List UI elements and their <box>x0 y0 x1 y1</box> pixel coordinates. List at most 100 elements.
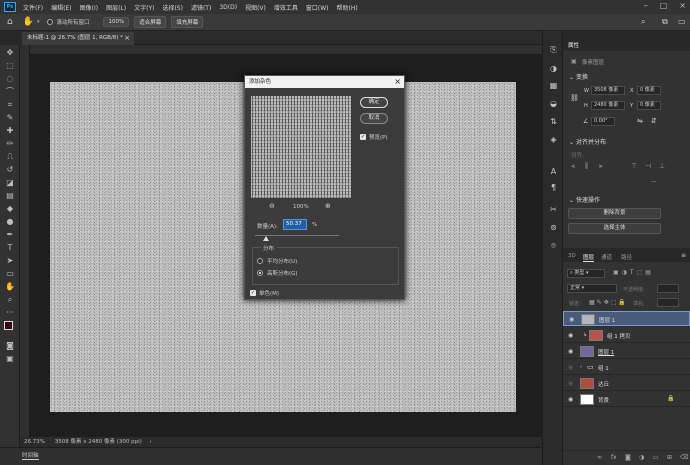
more-options-icon[interactable]: ··· <box>651 179 657 186</box>
close-icon[interactable]: × <box>679 1 686 10</box>
align-bottom-icon[interactable]: ⊥ <box>659 162 665 170</box>
tab-layers[interactable]: 图层 <box>583 253 595 262</box>
menu-view[interactable]: 视图(V) <box>241 3 270 12</box>
rectangle-tool-icon[interactable]: ▭ <box>4 269 16 279</box>
angle-field[interactable]: 0.00° <box>591 117 615 126</box>
history-brush-tool-icon[interactable]: ↺ <box>4 165 16 175</box>
preview-checkbox[interactable]: ✓ <box>360 134 366 140</box>
monochromatic-checkbox[interactable]: ✓ <box>250 290 256 296</box>
minimize-icon[interactable]: – <box>644 1 648 10</box>
y-field[interactable]: 0 像素 <box>637 101 661 110</box>
maximize-icon[interactable]: □ <box>660 1 668 10</box>
top-ruler[interactable] <box>30 45 542 55</box>
move-tool-icon[interactable]: ✥ <box>4 48 16 58</box>
fill-screen-button[interactable]: 填充屏幕 <box>171 16 204 28</box>
hand-tool-icon[interactable]: ✋ <box>23 17 34 27</box>
layer-name[interactable]: 图层 1 <box>598 348 614 356</box>
ok-button[interactable]: 确定 <box>360 97 388 108</box>
clone-source-icon[interactable]: ⊚ <box>548 223 559 233</box>
menu-edit[interactable]: 编辑(E) <box>47 3 75 12</box>
layer-row-3[interactable]: ◉ 图层 1 <box>563 344 690 359</box>
properties-tab[interactable]: 属性 <box>568 41 579 49</box>
adjustment-layer-icon[interactable]: ◑ <box>639 454 644 461</box>
menu-select[interactable]: 选择(S) <box>158 3 187 12</box>
visibility-eye-icon[interactable]: ◉ <box>568 332 573 339</box>
quick-select-tool-icon[interactable]: ⌒ <box>4 87 16 97</box>
search-icon[interactable]: ⌕ <box>641 17 645 27</box>
tool-preset-chevron-icon[interactable]: ▾ <box>37 19 40 25</box>
path-select-tool-icon[interactable]: ➤ <box>4 256 16 266</box>
home-icon[interactable]: ⌂ <box>7 17 13 27</box>
menu-layer[interactable]: 图层(L) <box>102 3 130 12</box>
layer-name[interactable]: 图层 1 <box>599 316 615 324</box>
flip-horizontal-icon[interactable]: ⇋ <box>637 117 643 125</box>
layer-name[interactable]: 组 1 <box>598 364 609 372</box>
menu-help[interactable]: 帮助(H) <box>333 3 362 12</box>
dialog-close-icon[interactable]: × <box>394 76 401 88</box>
menu-file[interactable]: 文件(F) <box>19 3 47 12</box>
workspace-icon[interactable]: ▭ <box>678 17 686 26</box>
quick-mask-icon[interactable]: ◙ <box>4 341 16 351</box>
layer-name[interactable]: 背景 <box>598 396 609 404</box>
noise-preview[interactable] <box>251 96 351 198</box>
layer-name[interactable]: 组 1 拷贝 <box>607 332 631 340</box>
swatches-icon[interactable]: ▦ <box>548 81 559 91</box>
visibility-eye-icon[interactable]: ◉ <box>568 396 573 403</box>
document-tab[interactable]: 未标题-1 @ 26.7% (图层 1, RGB/8) * × <box>22 32 134 45</box>
libraries-icon[interactable]: ⇅ <box>548 117 559 127</box>
tab-paths[interactable]: 路径 <box>621 253 632 261</box>
lasso-tool-icon[interactable]: ◌ <box>4 74 16 84</box>
layer-row-4[interactable]: ◉ › ▭ 组 1 <box>563 360 690 375</box>
align-header[interactable]: ⌄ 对齐并分布 <box>569 137 606 146</box>
uniform-radio[interactable] <box>257 258 263 264</box>
left-ruler[interactable] <box>20 45 30 437</box>
zoom-100-button[interactable]: 100% <box>103 17 130 27</box>
filter-type-icons[interactable]: ▣◑T⬚▤ <box>613 269 654 276</box>
transform-header[interactable]: ⌄ 变换 <box>569 72 588 81</box>
status-zoom[interactable]: 26.73% <box>24 439 45 445</box>
visibility-eye-icon[interactable]: ◉ <box>568 380 573 387</box>
paragraph-icon[interactable]: ¶ <box>548 183 559 193</box>
crop-tool-icon[interactable]: ⌗ <box>4 100 16 110</box>
menu-3d[interactable]: 3D(D) <box>215 4 241 11</box>
align-center-icon[interactable]: ⫼ <box>585 162 588 171</box>
share-icon[interactable]: ⧉ <box>662 17 668 27</box>
patterns-icon[interactable]: ⌾ <box>548 241 559 251</box>
menu-image[interactable]: 图像(I) <box>76 3 102 12</box>
align-top-icon[interactable]: ⊤ <box>631 162 637 170</box>
blend-mode-select[interactable]: 正常 ▾ <box>567 284 617 293</box>
layer-style-icon[interactable]: fx <box>611 454 617 461</box>
menu-plugins[interactable]: 增效工具 <box>270 3 302 12</box>
menu-type[interactable]: 文字(Y) <box>130 3 158 12</box>
expand-group-icon[interactable]: › <box>580 364 582 370</box>
zoom-in-icon[interactable]: ⊕ <box>325 202 331 210</box>
menu-filter[interactable]: 滤镜(T) <box>187 3 215 12</box>
clone-stamp-tool-icon[interactable]: ⎍ <box>4 152 16 162</box>
layer-row-6[interactable]: ◉ 背景 🔒 <box>563 392 690 407</box>
tab-close-icon[interactable]: × <box>124 32 130 45</box>
fit-screen-button[interactable]: 适合屏幕 <box>134 16 167 28</box>
layer-row-1[interactable]: ◉ 图层 1 <box>563 311 690 326</box>
status-arrow-icon[interactable]: › <box>150 439 152 445</box>
hand-tool-icon[interactable]: ✋ <box>4 282 16 292</box>
healing-brush-tool-icon[interactable]: ✚ <box>4 126 16 136</box>
layer-name[interactable]: 达丘 <box>598 380 609 388</box>
styles-icon[interactable]: ◈ <box>548 135 559 145</box>
height-field[interactable]: 2480 像素 <box>591 101 625 110</box>
link-dimensions-icon[interactable]: ⛓ <box>570 94 579 102</box>
quick-actions-header[interactable]: ⌄ 快速操作 <box>569 195 600 204</box>
new-group-icon[interactable]: ▭ <box>653 454 659 461</box>
pen-tool-icon[interactable]: ✒ <box>4 230 16 240</box>
width-field[interactable]: 3508 像素 <box>591 86 625 95</box>
gradient-tool-icon[interactable]: ▤ <box>4 191 16 201</box>
eraser-tool-icon[interactable]: ◪ <box>4 178 16 188</box>
flip-vertical-icon[interactable]: ⇵ <box>651 117 657 125</box>
link-layers-icon[interactable]: ∞ <box>597 454 602 461</box>
tab-channels[interactable]: 通道 <box>601 253 612 261</box>
layer-row-5[interactable]: ◉ 达丘 <box>563 376 690 391</box>
fill-field[interactable] <box>657 298 679 307</box>
history-icon[interactable]: ⎘ <box>548 45 559 55</box>
foreground-color-swatch[interactable] <box>4 321 13 330</box>
timeline-tab[interactable]: 时间轴 <box>22 451 39 460</box>
gaussian-radio[interactable] <box>257 270 263 276</box>
